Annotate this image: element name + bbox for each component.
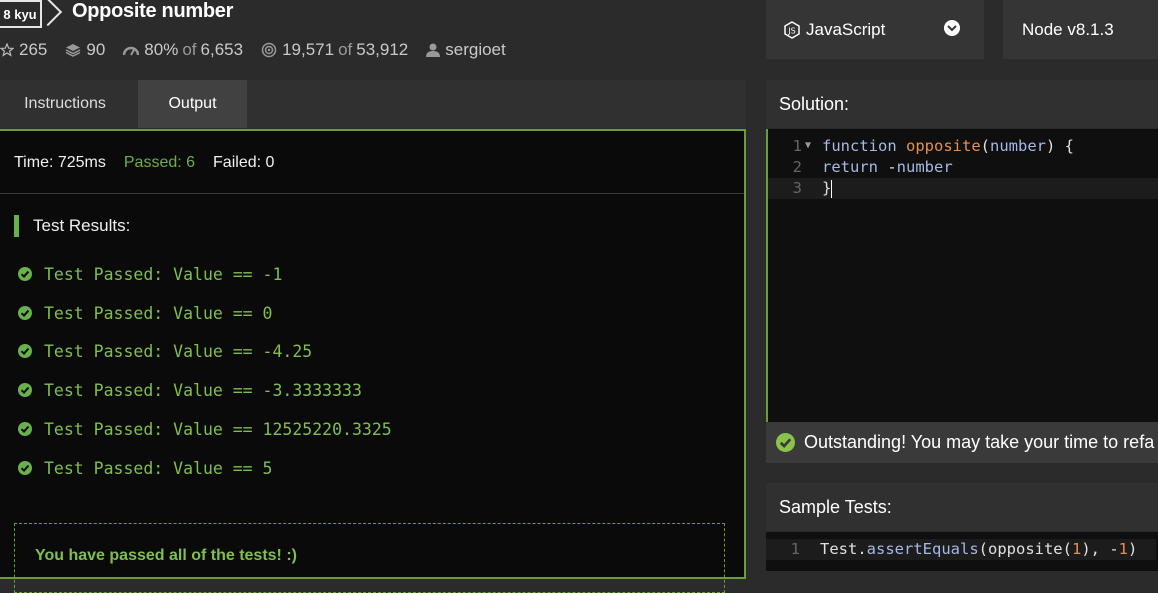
code-line: 2 return -number: [768, 157, 1158, 178]
all-passed-message: You have passed all of the tests! :): [35, 547, 297, 564]
check-circle-icon: [18, 422, 32, 436]
line-number: 3: [792, 179, 802, 197]
language-selector[interactable]: JS JavaScript: [766, 0, 984, 59]
satisfaction-of: of: [182, 40, 197, 59]
tab-output[interactable]: Output: [138, 80, 247, 128]
failed-count: Failed: 0: [213, 154, 275, 171]
author-stat[interactable]: sergioet: [426, 40, 506, 60]
line-number: 1: [790, 540, 800, 558]
check-circle-icon: [18, 383, 32, 397]
code-line-active: 3 }: [768, 178, 1158, 199]
kata-stats: 265 90 80% of 6,653 19,571 of 53,912 ser…: [0, 39, 524, 61]
code-text: function opposite(number) {: [822, 137, 1074, 155]
test-result: Test Passed: Value == 0: [18, 303, 272, 323]
test-result-text: Test Passed: Value == -4.25: [44, 341, 313, 361]
runtime-version-selector[interactable]: Node v8.1.3: [1003, 0, 1158, 59]
test-result-text: Test Passed: Value == 5: [44, 458, 273, 478]
attempted-count: 53,912: [356, 40, 409, 59]
completed-of: of: [338, 40, 353, 59]
stars-count: 265: [19, 40, 48, 59]
author-name: sergioet: [445, 40, 506, 59]
code-line-active: 1 Test.assertEquals(opposite(1), -1): [766, 539, 1156, 560]
satisfaction-votes: 6,653: [200, 40, 244, 59]
test-result-text: Test Passed: Value == 12525220.3325: [44, 419, 392, 439]
nodejs-icon: JS: [784, 20, 800, 39]
code-text: }: [822, 179, 833, 198]
feedback-message: Outstanding! You may take your time to r…: [804, 432, 1155, 452]
output-panel: Time: 725ms Passed: 6 Failed: 0 Test Res…: [0, 129, 746, 593]
test-result: Test Passed: Value == -3.3333333: [18, 380, 362, 400]
solution-title: Solution:: [779, 93, 850, 114]
code-text: return -number: [822, 158, 953, 176]
test-result-text: Test Passed: Value == -3.3333333: [44, 380, 362, 400]
chevron-down-icon: [944, 20, 960, 36]
solution-header: Solution:: [766, 80, 1158, 128]
language-label: JavaScript: [806, 19, 886, 39]
test-result: Test Passed: Value == 12525220.3325: [18, 419, 392, 439]
test-result-text: Test Passed: Value == 0: [44, 303, 273, 323]
all-passed-box: You have passed all of the tests! :): [14, 523, 725, 593]
check-circle-icon: [18, 344, 32, 358]
passed-count: Passed: 6: [123, 154, 196, 171]
check-circle-icon: [18, 306, 32, 320]
kata-title[interactable]: Opposite number: [72, 0, 233, 23]
code-line: 1 ▼ function opposite(number) {: [768, 136, 1158, 157]
star-icon: [0, 43, 14, 57]
test-result: Test Passed: Value == 5: [18, 458, 272, 478]
svg-text:JS: JS: [787, 26, 795, 35]
completion-stat: 19,571 of 53,912: [261, 40, 408, 60]
feedback-banner: Outstanding! You may take your time to r…: [766, 422, 1158, 463]
line-number: 2: [792, 158, 802, 176]
test-result-text: Test Passed: Value == -1: [44, 264, 283, 284]
gauge-icon: [123, 46, 140, 56]
test-summary: Time: 725ms Passed: 6 Failed: 0: [14, 154, 274, 172]
collections-stat[interactable]: 90: [65, 40, 105, 60]
stars-stat[interactable]: 265: [0, 40, 47, 60]
collections-count: 90: [86, 40, 106, 59]
solution-editor[interactable]: 1 ▼ function opposite(number) { 2 return…: [766, 129, 1158, 422]
check-circle-icon: [18, 267, 32, 281]
sample-tests-title: Sample Tests:: [779, 496, 892, 517]
sample-tests-editor[interactable]: 1 Test.assertEquals(opposite(1), -1): [766, 532, 1158, 571]
line-number: 1: [792, 137, 802, 155]
layers-icon: [66, 44, 81, 57]
tab-instructions[interactable]: Instructions: [0, 80, 130, 128]
target-icon: [261, 42, 277, 58]
fold-arrow-icon[interactable]: ▼: [805, 135, 811, 156]
satisfaction-stat: 80% of 6,653: [123, 40, 243, 60]
test-result: Test Passed: Value == -4.25: [18, 341, 312, 361]
text-cursor: [831, 179, 833, 198]
divider: [0, 193, 744, 194]
check-circle-icon: [776, 433, 795, 452]
test-results-title[interactable]: Test Results:: [14, 215, 130, 237]
user-icon: [426, 43, 441, 57]
sample-tests-header: Sample Tests:: [766, 483, 1158, 531]
completed-count: 19,571: [282, 40, 335, 59]
test-time: Time: 725ms: [14, 154, 106, 171]
check-circle-icon: [18, 461, 32, 475]
runtime-version-label: Node v8.1.3: [1022, 19, 1114, 39]
test-result: Test Passed: Value == -1: [18, 264, 282, 284]
output-tabbar: Instructions Output: [0, 80, 746, 128]
code-text: Test.assertEquals(opposite(1), -1): [820, 540, 1138, 558]
satisfaction-percent: 80%: [144, 40, 179, 59]
